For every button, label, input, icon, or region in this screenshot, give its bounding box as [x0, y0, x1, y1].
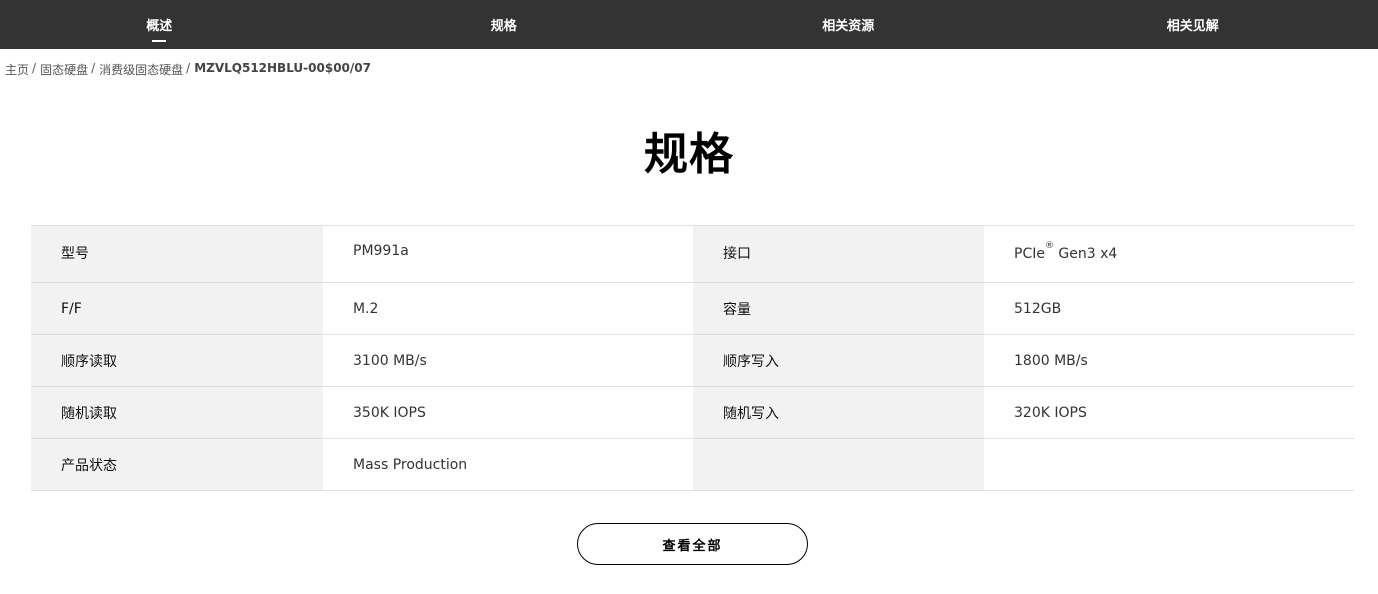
- spec-key: 产品状态: [31, 439, 323, 490]
- table-row: F/F M.2 容量 512GB: [31, 283, 1354, 335]
- breadcrumb-home[interactable]: 主页: [5, 61, 29, 78]
- breadcrumb-separator: /: [32, 61, 37, 75]
- spec-value: Mass Production: [323, 439, 693, 490]
- page-title: 规格: [644, 129, 734, 180]
- spec-value: 1800 MB/s: [984, 335, 1354, 386]
- tab-insights-label: 相关见解: [1166, 19, 1219, 34]
- tab-overview[interactable]: 概述: [0, 0, 345, 49]
- view-all-button[interactable]: 查看全部: [577, 523, 808, 565]
- spec-key: 随机读取: [31, 387, 323, 438]
- spec-value: 350K IOPS: [323, 387, 693, 438]
- top-navigation: 概述 规格 相关资源 相关见解: [0, 0, 1378, 49]
- breadcrumb-consumer-ssd[interactable]: 消费级固态硬盘: [99, 61, 183, 78]
- tab-insights[interactable]: 相关见解: [1034, 0, 1378, 49]
- table-row: 产品状态 Mass Production: [31, 439, 1354, 491]
- breadcrumb: 主页 / 固态硬盘 / 消费级固态硬盘 / MZVLQ512HBLU-00$00…: [5, 61, 371, 78]
- spec-value-interface: PCIe ® Gen3 x4: [984, 226, 1354, 282]
- spec-key: 容量: [693, 283, 984, 334]
- interface-gen: Gen3 x4: [1053, 246, 1118, 262]
- spec-key: 顺序读取: [31, 335, 323, 386]
- breadcrumb-separator: /: [91, 61, 96, 75]
- breadcrumb-separator: /: [186, 61, 191, 75]
- spec-value: 3100 MB/s: [323, 335, 693, 386]
- spec-key-empty: [693, 439, 984, 490]
- tab-specs-label: 规格: [490, 19, 517, 34]
- breadcrumb-current: MZVLQ512HBLU-00$00/07: [194, 61, 371, 75]
- spec-value: 512GB: [984, 283, 1354, 334]
- tab-resources-label: 相关资源: [822, 19, 875, 34]
- tab-resources[interactable]: 相关资源: [689, 0, 1034, 49]
- spec-key: 接口: [693, 226, 984, 282]
- tab-specs[interactable]: 规格: [345, 0, 690, 49]
- interface-name: PCIe: [1014, 246, 1045, 262]
- breadcrumb-ssd[interactable]: 固态硬盘: [40, 61, 88, 78]
- spec-key: 随机写入: [693, 387, 984, 438]
- spec-value-empty: [984, 439, 1354, 490]
- spec-key: 型号: [31, 226, 323, 282]
- spec-value: M.2: [323, 283, 693, 334]
- spec-key: 顺序写入: [693, 335, 984, 386]
- spec-key: F/F: [31, 283, 323, 334]
- tab-overview-label: 概述: [146, 15, 172, 34]
- spec-table: 型号 PM991a 接口 PCIe ® Gen3 x4 F/F M.2 容量 51…: [31, 225, 1354, 491]
- table-row: 随机读取 350K IOPS 随机写入 320K IOPS: [31, 387, 1354, 439]
- spec-value: PM991a: [323, 226, 693, 282]
- table-row: 顺序读取 3100 MB/s 顺序写入 1800 MB/s: [31, 335, 1354, 387]
- table-row: 型号 PM991a 接口 PCIe ® Gen3 x4: [31, 226, 1354, 283]
- spec-value: 320K IOPS: [984, 387, 1354, 438]
